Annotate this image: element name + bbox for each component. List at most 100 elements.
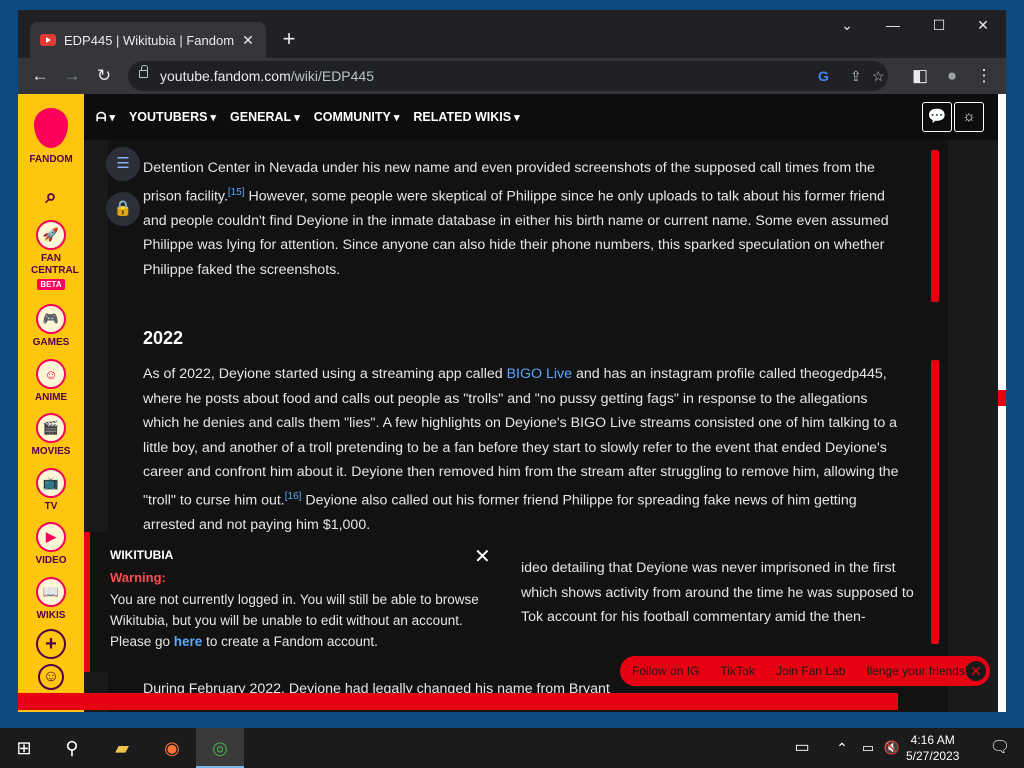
fan-lab-link[interactable]: Join Fan Lab [776,664,845,678]
text-line: which he denies and calls them "lies". A… [143,415,898,431]
text-line: which shows activity from around the tim… [521,584,914,601]
fandom-logo[interactable]: FANDOM [18,108,84,165]
address-bar[interactable]: youtube.fandom.com/wiki/EDP445 G ⇪ ☆ [128,61,888,91]
ref-16[interactable]: [16] [285,491,302,502]
youtube-favicon-icon [40,34,56,46]
rail-item-fan-central[interactable]: 🚀 FAN CENTRAL BETA [18,220,84,290]
rail-item-movies[interactable]: 🎬 MOVIES [18,413,84,457]
warning-close-icon[interactable]: ✕ [474,544,491,569]
theme-toggle-icon[interactable]: ☼ [954,102,984,132]
share-icon[interactable]: ⇪ [850,61,862,91]
login-warning-banner: WIKITUBIA Warning: You are not currently… [84,532,506,672]
create-account-link[interactable]: here [174,634,203,649]
scrollbar-thumb[interactable] [998,390,1006,406]
chrome-taskbar-icon[interactable]: ◎ [196,728,244,768]
browser-toolbar: ← → ↻ youtube.fandom.com/wiki/EDP445 G ⇪… [18,58,1006,94]
tiktok-link[interactable]: TikTok [720,664,754,678]
back-button[interactable]: ← [28,64,52,88]
start-button-icon[interactable]: ⊞ [0,728,48,768]
side-panel-icon[interactable]: ◧ [908,64,932,88]
lock-page-icon[interactable]: 🔒 [106,192,140,226]
search-icon[interactable]: ⌕ [18,186,84,209]
anime-face-icon: ☺ [36,359,66,389]
add-wiki-button[interactable]: + [18,629,84,662]
profile-icon[interactable]: ● [940,64,964,88]
paragraph-2022: As of 2022, Deyione started using a stre… [143,362,943,537]
text-line: little boy, and another of a troll prete… [143,439,887,456]
vertical-scrollbar[interactable] [998,94,1006,712]
bookmark-star-icon[interactable]: ☆ [872,61,885,91]
user-account-button[interactable]: ☺ [18,664,84,693]
google-icon[interactable]: G [818,61,829,91]
follow-ig-link[interactable]: Follow on IG [632,664,699,678]
forward-button[interactable]: → [60,64,84,88]
rail-item-label: GAMES [32,337,70,348]
chrome-menu-icon[interactable]: ⋮ [972,64,996,88]
file-explorer-icon[interactable]: ▰ [98,728,146,768]
beta-badge: BETA [37,279,65,290]
rail-item-anime[interactable]: ☺ ANIME [18,359,84,403]
rail-item-video[interactable]: ▶ VIDEO [18,522,84,566]
tab-search-button[interactable]: ⌄ [824,10,870,40]
maximize-button[interactable]: ☐ [916,10,962,40]
text-line: ideo detailing that Deyione was never im… [521,560,896,576]
horizontal-ad-bar [18,693,898,710]
promo-close-icon[interactable]: ✕ [966,661,986,681]
tv-icon: 📺 [36,468,66,498]
text: Deyione also called out his former frien… [301,492,857,509]
active-tab[interactable]: EDP445 | Wikitubia | Fandom ✕ [30,22,266,58]
nav-general[interactable]: GENERAL [230,110,300,124]
search-taskbar-icon[interactable]: ⚲ [48,728,96,768]
fandom-logo-text: FANDOM [29,154,73,165]
clock-date: 5/27/2023 [906,749,960,763]
nav-related-wikis[interactable]: RELATED WIKIS [413,110,519,124]
bigo-live-link[interactable]: BIGO Live [507,366,572,382]
text: prison facility. [143,188,228,205]
network-icon[interactable]: ▭ [856,728,880,768]
close-window-button[interactable]: ✕ [960,10,1006,40]
notifications-icon[interactable]: 🗨 [976,728,1024,768]
rail-item-label: TV [44,501,58,512]
tab-close-icon[interactable]: ✕ [240,32,256,49]
text: "troll" to curse him out. [143,492,285,509]
paragraph-partial: ideo detailing that Deyione was never im… [521,556,921,630]
windows-taskbar: ⊞ ⚲ ▰ ◉ ◎ ▭ ⌃ ▭ 🔇 4:16 AM 5/27/2023 🗨 [0,728,1024,768]
challenge-link[interactable]: llenge your friends! [867,664,968,678]
discussions-icon[interactable]: 💬 [922,102,952,132]
fandom-global-nav: FANDOM ⌕ 🚀 FAN CENTRAL BETA 🎮 GAMES ☺ AN… [18,94,84,712]
rail-item-label: FAN CENTRAL [31,253,79,276]
section-heading-2022: 2022 [143,328,184,348]
toc-icon[interactable]: ☰ [106,147,140,181]
play-icon: ▶ [36,522,66,552]
text: and has an instagram profile called theo… [572,366,887,382]
volume-muted-icon[interactable]: 🔇 [880,728,904,768]
warning-text: to create a Fandom account. [202,634,378,649]
rail-item-games[interactable]: 🎮 GAMES [18,304,84,348]
fandom-heart-logo-icon [34,108,68,148]
reload-button[interactable]: ↻ [92,64,116,88]
text-line: Detention Center in Nevada under his new… [143,160,875,176]
new-tab-button[interactable]: + [276,27,302,53]
tray-chevron-icon[interactable]: ⌃ [830,728,854,768]
warning-title: Warning: [110,570,166,585]
clock[interactable]: 4:16 AM 5/27/2023 [906,732,959,764]
wiki-home-menu[interactable]: ᗩ [96,110,115,125]
text-line: Tok account for his football commentary … [521,609,866,625]
warning-brand: WIKITUBIA [110,548,174,562]
lock-icon[interactable] [139,65,148,78]
book-icon: 📖 [36,577,66,607]
ref-15-link[interactable]: [15] [228,187,245,198]
ad-rail-bar [931,150,939,302]
nav-community[interactable]: COMMUNITY [314,110,400,124]
rail-item-tv[interactable]: 📺 TV [18,468,84,512]
ref-15[interactable]: [15] [228,187,245,198]
nav-youtubers[interactable]: YOUTUBERS [129,110,216,124]
firefox-icon[interactable]: ◉ [148,728,196,768]
rail-item-wikis[interactable]: 📖 WIKIS [18,577,84,621]
rail-item-label: WIKIS [36,610,66,621]
minimize-button[interactable]: — [870,10,916,40]
ref-16-link[interactable]: [16] [285,491,302,502]
ad-rail-bar [931,360,939,644]
paragraph-detention: Detention Center in Nevada under his new… [143,156,943,282]
news-widget-icon[interactable]: ▭ [778,728,826,768]
